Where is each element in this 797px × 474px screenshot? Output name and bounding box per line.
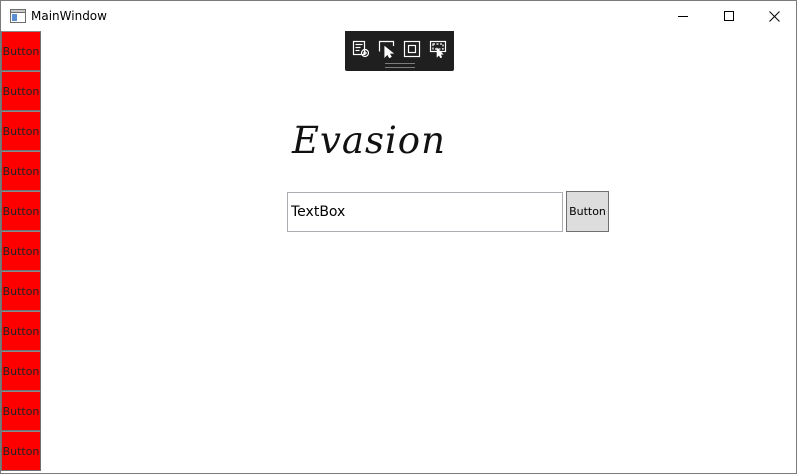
- left-button-7[interactable]: Button: [1, 271, 41, 311]
- window-app-icon: [10, 9, 26, 23]
- xaml-debug-toolbar: [345, 31, 454, 71]
- left-button-9[interactable]: Button: [1, 351, 41, 391]
- left-button-11[interactable]: Button: [1, 431, 41, 471]
- minimize-icon: [678, 16, 688, 17]
- left-button-5[interactable]: Button: [1, 191, 41, 231]
- left-button-10[interactable]: Button: [1, 391, 41, 431]
- minimize-button[interactable]: [660, 1, 706, 31]
- close-button[interactable]: [751, 1, 796, 31]
- maximize-icon: [724, 11, 734, 21]
- select-element-icon[interactable]: [378, 40, 396, 59]
- window-title: MainWindow: [31, 9, 107, 23]
- toolbar-drag-grip[interactable]: [385, 63, 415, 68]
- display-layout-adorners-icon[interactable]: [403, 40, 421, 58]
- left-button-3[interactable]: Button: [1, 111, 41, 151]
- left-button-2[interactable]: Button: [1, 71, 41, 111]
- left-button-6[interactable]: Button: [1, 231, 41, 271]
- left-button-4[interactable]: Button: [1, 151, 41, 191]
- close-icon: [768, 10, 780, 22]
- main-window: MainWindow Button Button Button Button B…: [0, 0, 797, 474]
- title-bar[interactable]: MainWindow: [1, 1, 796, 31]
- left-button-8[interactable]: Button: [1, 311, 41, 351]
- left-button-1[interactable]: Button: [1, 31, 41, 71]
- page-heading: Evasion: [292, 119, 446, 162]
- main-textbox[interactable]: [287, 192, 563, 232]
- maximize-button[interactable]: [706, 1, 752, 31]
- live-visual-tree-icon[interactable]: [352, 40, 370, 58]
- main-button[interactable]: Button: [566, 191, 609, 232]
- left-button-column: Button Button Button Button Button Butto…: [1, 31, 42, 471]
- track-focused-element-icon[interactable]: [429, 40, 447, 59]
